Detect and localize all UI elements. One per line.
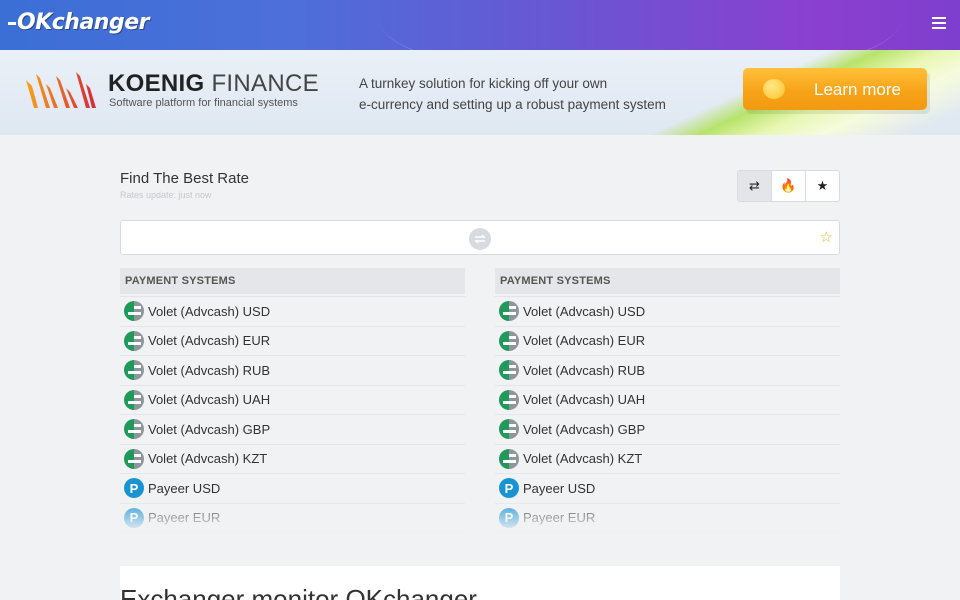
top-header: OKchanger — [0, 0, 960, 50]
list-item[interactable]: Volet (Advcash) KZT — [495, 445, 840, 474]
volet-icon — [124, 419, 144, 440]
list-item[interactable]: P Payeer EUR — [495, 504, 840, 533]
finder-title: Find The Best Rate — [120, 170, 249, 187]
learn-more-button[interactable]: Learn more — [743, 68, 927, 110]
list-item[interactable]: Volet (Advcash) USD — [120, 297, 465, 327]
list-item[interactable]: Volet (Advcash) GBP — [120, 415, 465, 445]
list-header: PAYMENT SYSTEMS — [495, 268, 840, 294]
banner-text-line: e-currency and setting up a robust payme… — [359, 97, 666, 112]
list-item[interactable]: P Payeer USD — [120, 474, 465, 504]
rates-update-status: Rates update: just now — [120, 190, 212, 200]
hamburger-icon[interactable] — [932, 17, 946, 31]
star-outline-icon[interactable]: ☆ — [820, 228, 833, 248]
banner-brand-tagline: Software platform for financial systems — [109, 97, 298, 109]
swap-icon[interactable]: ⇄ — [738, 171, 772, 201]
coin-icon — [763, 79, 785, 99]
volet-icon — [499, 389, 519, 410]
payeer-icon: P — [124, 478, 144, 499]
list-item[interactable]: Volet (Advcash) GBP — [495, 415, 840, 445]
monitor-section: Exchanger monitor OKchanger — [120, 566, 840, 600]
payeer-icon: P — [124, 507, 144, 528]
payeer-icon: P — [499, 507, 519, 528]
payment-systems-from-list: PAYMENT SYSTEMS Volet (Advcash) USD Vole… — [120, 268, 465, 536]
volet-icon — [499, 448, 519, 469]
learn-more-label: Learn more — [814, 80, 901, 99]
volet-icon — [124, 301, 144, 322]
koenig-logo-icon — [26, 72, 96, 108]
list-item[interactable]: Volet (Advcash) KZT — [120, 445, 465, 474]
section-title: Exchanger monitor OKchanger — [120, 584, 477, 600]
swap-direction-button[interactable] — [469, 228, 491, 250]
volet-icon — [499, 301, 519, 322]
exchange-search-bar[interactable]: ☆ — [120, 220, 840, 255]
list-item[interactable]: P Payeer USD — [495, 474, 840, 504]
banner-brand-name: KOENIG FINANCE — [108, 70, 319, 97]
volet-icon — [499, 360, 519, 381]
list-item[interactable]: Volet (Advcash) UAH — [495, 386, 840, 415]
list-item[interactable]: Volet (Advcash) USD — [495, 297, 840, 327]
fire-icon[interactable]: 🔥 — [772, 171, 806, 201]
list-item[interactable]: Volet (Advcash) UAH — [120, 386, 465, 415]
list-item[interactable]: Volet (Advcash) RUB — [495, 356, 840, 386]
list-item[interactable]: Volet (Advcash) RUB — [120, 356, 465, 386]
list-item[interactable]: Volet (Advcash) EUR — [495, 327, 840, 356]
star-icon[interactable]: ★ — [806, 171, 839, 201]
payeer-icon: P — [499, 478, 519, 499]
volet-icon — [124, 360, 144, 381]
site-logo-text: OKchanger — [17, 10, 149, 35]
banner-text-line: A turnkey solution for kicking off your … — [359, 76, 608, 91]
swap-icon — [474, 234, 486, 244]
volet-icon — [499, 419, 519, 440]
list-item[interactable]: Volet (Advcash) EUR — [120, 327, 465, 356]
volet-icon — [124, 330, 144, 351]
view-toggle-group: ⇄ 🔥 ★ — [737, 170, 840, 202]
volet-icon — [124, 448, 144, 469]
volet-icon — [499, 330, 519, 351]
volet-icon — [124, 389, 144, 410]
site-logo[interactable]: OKchanger — [8, 10, 149, 35]
list-header: PAYMENT SYSTEMS — [120, 268, 465, 294]
banner-text: A turnkey solution for kicking off your … — [359, 73, 719, 115]
payment-systems-to-list: PAYMENT SYSTEMS Volet (Advcash) USD Vole… — [495, 268, 840, 536]
list-item[interactable]: P Payeer EUR — [120, 504, 465, 533]
